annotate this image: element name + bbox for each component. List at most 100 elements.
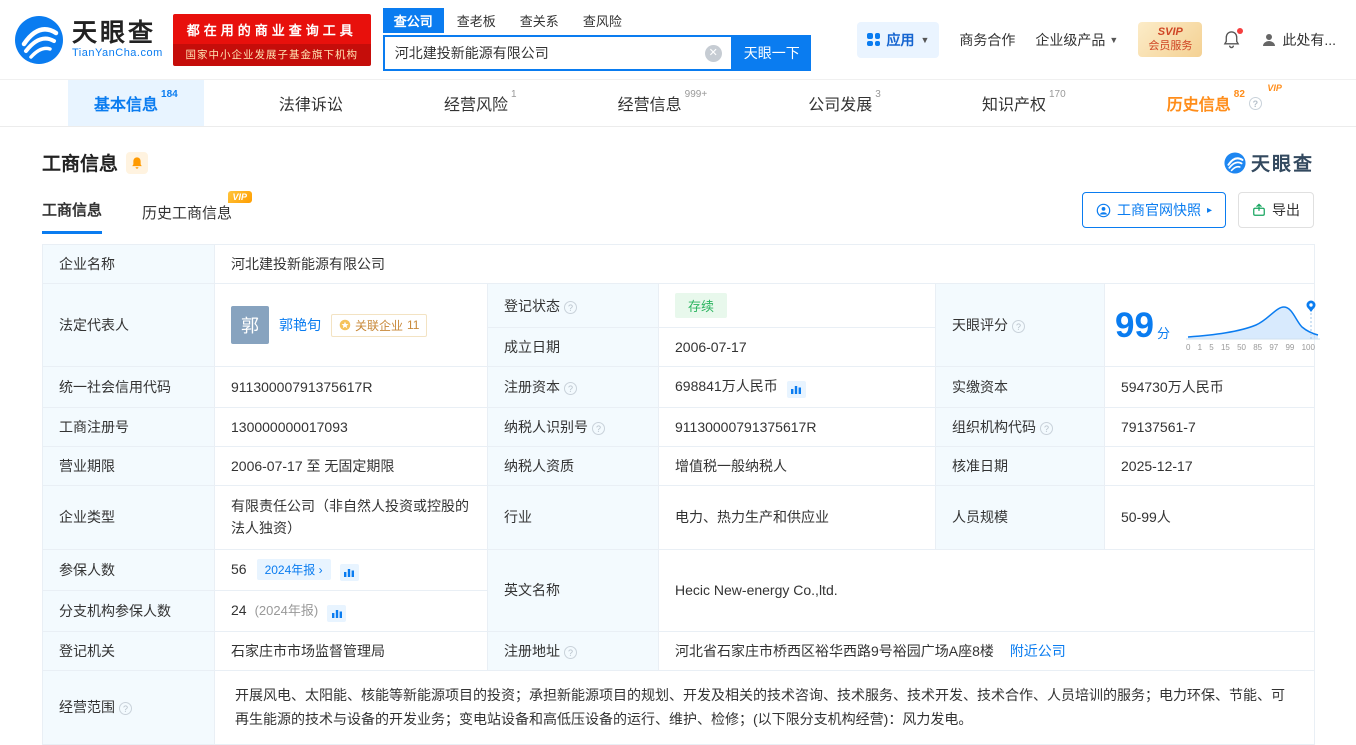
score-label: 天眼评分 (952, 317, 1008, 333)
value-insured-count: 56 2024年报 › (214, 548, 488, 591)
branch-insured-count-value: 24 (231, 601, 247, 618)
table-row: 工商注册号 130000000017093 纳税人识别号 91130000791… (42, 407, 1316, 447)
value-org-code: 79137561-7 (1103, 407, 1316, 447)
header-right: 应用 ▼ 商务合作 企业级产品 ▼ SVIP 会员服务 此处有... (857, 21, 1336, 58)
related-companies-badge[interactable]: 关联企业 11 (331, 313, 428, 337)
value-score: 99 分 0 1 5 15 50 85 97 99 100 (1103, 283, 1320, 367)
tab-history-info[interactable]: VIP 历史信息 82 (1141, 80, 1288, 126)
export-icon (1253, 203, 1265, 216)
subtab-label: 历史工商信息 (142, 205, 233, 222)
label-reg-number: 工商注册号 (42, 407, 215, 447)
enterprise-product-link[interactable]: 企业级产品 ▼ (1035, 30, 1118, 50)
search-tab-boss[interactable]: 查老板 (446, 8, 507, 33)
clear-icon[interactable]: ✕ (704, 44, 722, 62)
search-tab-company[interactable]: 查公司 (382, 8, 444, 33)
biz-coop-link[interactable]: 商务合作 (959, 30, 1015, 50)
help-icon[interactable] (564, 300, 577, 314)
tab-basic-info[interactable]: 基本信息 184 (68, 80, 204, 126)
tab-intellectual-property[interactable]: 知识产权 170 (956, 80, 1092, 126)
arrow-right-icon: ▸ (1206, 204, 1212, 216)
search-button[interactable]: 天眼一下 (732, 35, 811, 71)
help-icon[interactable] (1248, 96, 1262, 110)
svip-service-label: 会员服务 (1148, 39, 1193, 52)
status-badge: 存续 (675, 293, 728, 318)
value-reg-capital: 698841万人民币 (658, 366, 936, 408)
tab-label: 基本信息 (94, 97, 159, 114)
table-row: 企业名称 河北建投新能源有限公司 (42, 244, 1316, 284)
tab-company-development[interactable]: 公司发展 3 (782, 80, 907, 126)
help-icon[interactable] (592, 422, 605, 435)
org-code-label: 组织机构代码 (952, 419, 1036, 435)
help-icon[interactable] (1040, 422, 1053, 435)
search-area: 查公司 查老板 查关系 查风险 ✕ 天眼一下 (382, 8, 811, 71)
tab-business-info[interactable]: 经营信息 999+ (592, 80, 734, 126)
slogan-badge: 都在用的商业查询工具 国家中小企业发展子基金旗下机构 (172, 13, 371, 66)
legal-rep-avatar[interactable]: 郭 (231, 306, 269, 344)
search-tab-risk[interactable]: 查风险 (572, 8, 633, 33)
user-label: 此处有... (1282, 31, 1336, 48)
value-reg-authority: 石家庄市市场监督管理局 (214, 630, 488, 671)
help-icon[interactable] (564, 382, 577, 395)
vip-badge: VIP (227, 191, 253, 203)
insured-trend-icon[interactable] (339, 563, 359, 581)
table-row: 参保人数 56 2024年报 › 英文名称 Hecic New-energy Co… (42, 548, 1316, 632)
score-axis-labels: 0 1 5 15 50 85 97 99 100 (1185, 342, 1315, 352)
legal-rep-name-link[interactable]: 郭艳旬 (279, 315, 321, 335)
top-header: 天眼查 TianYanCha.com 都在用的商业查询工具 国家中小企业发展子基… (0, 0, 1356, 80)
nearby-companies-link[interactable]: 附近公司 (1010, 643, 1066, 659)
value-reg-number: 130000000017093 (214, 407, 488, 447)
subtab-business-info[interactable]: 工商信息 (42, 199, 103, 234)
help-icon[interactable] (119, 702, 132, 716)
annual-report-label: 2024年报 (264, 562, 316, 577)
annual-report-badge[interactable]: 2024年报 › (256, 558, 331, 580)
reg-status-label: 登记状态 (504, 297, 560, 314)
logo-subtitle: TianYanCha.com (72, 47, 163, 60)
export-button[interactable]: 导出 (1238, 192, 1314, 228)
capital-chart-icon[interactable] (786, 381, 806, 398)
official-snapshot-button[interactable]: 工商官网快照 ▸ (1081, 192, 1226, 228)
tianyancha-logo[interactable]: 天眼查 TianYanCha.com (14, 15, 163, 65)
branch-report-note: (2024年报) (254, 602, 319, 618)
table-row: 经营范围 开展风电、太阳能、核能等新能源项目的投资；承担新能源项目的规划、开发及… (42, 669, 1316, 745)
tab-operating-risk[interactable]: 经营风险 1 (418, 80, 543, 126)
search-tabs: 查公司 查老板 查关系 查风险 (382, 8, 811, 33)
insured-trend-icon[interactable] (327, 604, 347, 622)
value-paid-capital: 594730万人民币 (1103, 366, 1316, 408)
label-reg-status: 登记状态 (487, 283, 659, 328)
tab-label: 公司发展 (808, 97, 873, 114)
help-icon[interactable] (1012, 320, 1025, 333)
company-nav-tabs: 基本信息 184 法律诉讼 经营风险 1 经营信息 999+ 公司发展 3 知识… (0, 80, 1356, 127)
search-tab-relation[interactable]: 查关系 (509, 8, 570, 33)
value-approval-date: 2025-12-17 (1103, 446, 1316, 486)
label-company-name: 企业名称 (42, 244, 215, 284)
label-english-name: 英文名称 (487, 548, 659, 632)
apps-menu[interactable]: 应用 ▼ (857, 21, 940, 58)
help-icon[interactable] (564, 645, 577, 659)
tab-legal-litigation[interactable]: 法律诉讼 (253, 80, 369, 126)
user-menu[interactable]: 此处有... (1261, 30, 1336, 50)
value-establish-date: 2006-07-17 (658, 327, 936, 367)
business-scope-label: 经营范围 (59, 699, 115, 716)
subtab-history-business-info[interactable]: VIP 历史工商信息 (142, 191, 253, 234)
subscribe-bell-icon[interactable] (126, 151, 149, 174)
value-taxpayer-quality: 增值税一般纳税人 (658, 446, 936, 486)
value-english-name: Hecic New-energy Co.,ltd. (657, 548, 1316, 632)
label-credit-code: 统一社会信用代码 (42, 366, 215, 408)
notification-bell-icon[interactable] (1222, 28, 1244, 49)
reg-address-label: 注册地址 (504, 642, 560, 659)
tab-label: 法律诉讼 (278, 97, 343, 114)
score-unit: 分 (1156, 325, 1170, 341)
tab-count: 184 (161, 89, 178, 100)
search-input-wrap: ✕ (382, 35, 733, 71)
value-staff-size: 50-99人 (1103, 485, 1316, 550)
section-title: 工商信息 (42, 154, 119, 175)
tab-count: 1 (510, 89, 517, 100)
logo-text: 天眼查 TianYanCha.com (72, 18, 163, 60)
medal-icon (339, 319, 351, 331)
tab-label: 知识产权 (981, 97, 1046, 114)
svip-member-button[interactable]: SVIP 会员服务 (1138, 21, 1203, 58)
snapshot-icon (1096, 203, 1111, 217)
insured-count-value: 56 (231, 560, 247, 577)
search-input[interactable] (384, 45, 705, 61)
logo-title: 天眼查 (72, 18, 157, 47)
